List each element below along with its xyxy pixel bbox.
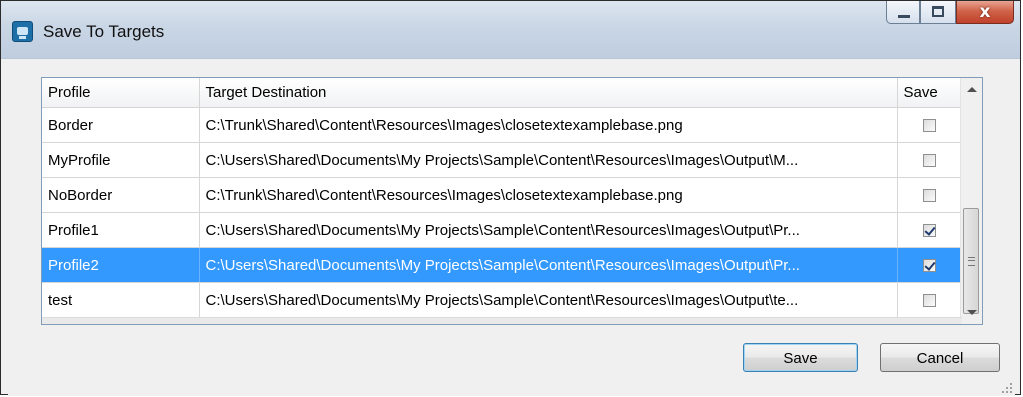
save-checkbox[interactable] (923, 259, 936, 273)
save-cell (897, 212, 963, 248)
table-row[interactable]: Profile2 C:\Users\Shared\Documents\My Pro… (42, 247, 963, 283)
save-checkbox[interactable] (923, 119, 936, 133)
table-row[interactable]: NoBorder C:\Trunk\Shared\Content\Resource… (42, 177, 963, 213)
scrollbar-thumb[interactable] (963, 208, 979, 314)
save-cell (897, 177, 963, 213)
target-destination-cell[interactable]: C:\Users\Shared\Documents\My Projects\Sa… (199, 142, 898, 178)
profile-cell[interactable]: Profile1 (42, 212, 200, 248)
save-checkbox[interactable] (923, 224, 936, 238)
profile-cell[interactable]: MyProfile (42, 142, 200, 178)
scroll-up-arrow-icon[interactable] (967, 87, 977, 92)
targets-grid[interactable]: Profile Target Destination Save Border C:… (41, 77, 983, 325)
maximize-icon (932, 6, 944, 17)
horizontal-scrollbar[interactable] (42, 317, 962, 324)
save-checkbox[interactable] (923, 154, 936, 168)
dialog-body: Profile Target Destination Save Border C:… (8, 59, 1015, 396)
save-cell (897, 142, 963, 178)
table-row[interactable]: Profile1 C:\Users\Shared\Documents\My Pro… (42, 212, 963, 248)
target-destination-cell[interactable]: C:\Users\Shared\Documents\My Projects\Sa… (199, 282, 898, 318)
save-cell (897, 247, 963, 283)
save-checkbox[interactable] (923, 294, 936, 308)
save-cell (897, 107, 963, 143)
table-row[interactable]: test C:\Users\Shared\Documents\My Project… (42, 282, 963, 318)
column-header-profile[interactable]: Profile (42, 78, 200, 108)
target-destination-cell[interactable]: C:\Users\Shared\Documents\My Projects\Sa… (199, 247, 898, 283)
profile-cell[interactable]: Border (42, 107, 200, 143)
minimize-button[interactable] (886, 1, 920, 24)
table-row[interactable]: MyProfile C:\Users\Shared\Documents\My Pr… (42, 142, 963, 178)
scroll-down-arrow-icon[interactable] (967, 310, 977, 315)
table-header-row: Profile Target Destination Save (42, 78, 963, 108)
column-header-target-destination[interactable]: Target Destination (199, 78, 898, 108)
save-button[interactable]: Save (743, 343, 858, 372)
close-icon: x (979, 2, 991, 22)
targets-table: Profile Target Destination Save Border C:… (42, 78, 963, 318)
save-to-targets-window: Save To Targets x Profile Target Destina… (0, 0, 1021, 396)
minimize-icon (898, 15, 910, 18)
target-destination-cell[interactable]: C:\Users\Shared\Documents\My Projects\Sa… (199, 212, 898, 248)
window-title: Save To Targets (43, 22, 165, 41)
app-icon (12, 21, 33, 42)
table-row[interactable]: Border C:\Trunk\Shared\Content\Resources\… (42, 107, 963, 143)
resize-grip-icon[interactable] (1002, 383, 1012, 393)
profile-cell[interactable]: Profile2 (42, 247, 200, 283)
profile-cell[interactable]: test (42, 282, 200, 318)
maximize-button[interactable] (920, 1, 956, 24)
save-checkbox[interactable] (923, 189, 936, 203)
title-bar[interactable]: Save To Targets x (1, 1, 1020, 59)
vertical-scrollbar[interactable] (960, 78, 982, 324)
profile-cell[interactable]: NoBorder (42, 177, 200, 213)
grip-icon (968, 257, 975, 266)
target-destination-cell[interactable]: C:\Trunk\Shared\Content\Resources\Images… (199, 107, 898, 143)
close-button[interactable]: x (956, 1, 1014, 24)
target-destination-cell[interactable]: C:\Trunk\Shared\Content\Resources\Images… (199, 177, 898, 213)
window-controls: x (886, 1, 1014, 37)
cancel-button[interactable]: Cancel (880, 343, 1000, 372)
save-cell (897, 282, 963, 318)
column-header-save[interactable]: Save (897, 78, 963, 108)
